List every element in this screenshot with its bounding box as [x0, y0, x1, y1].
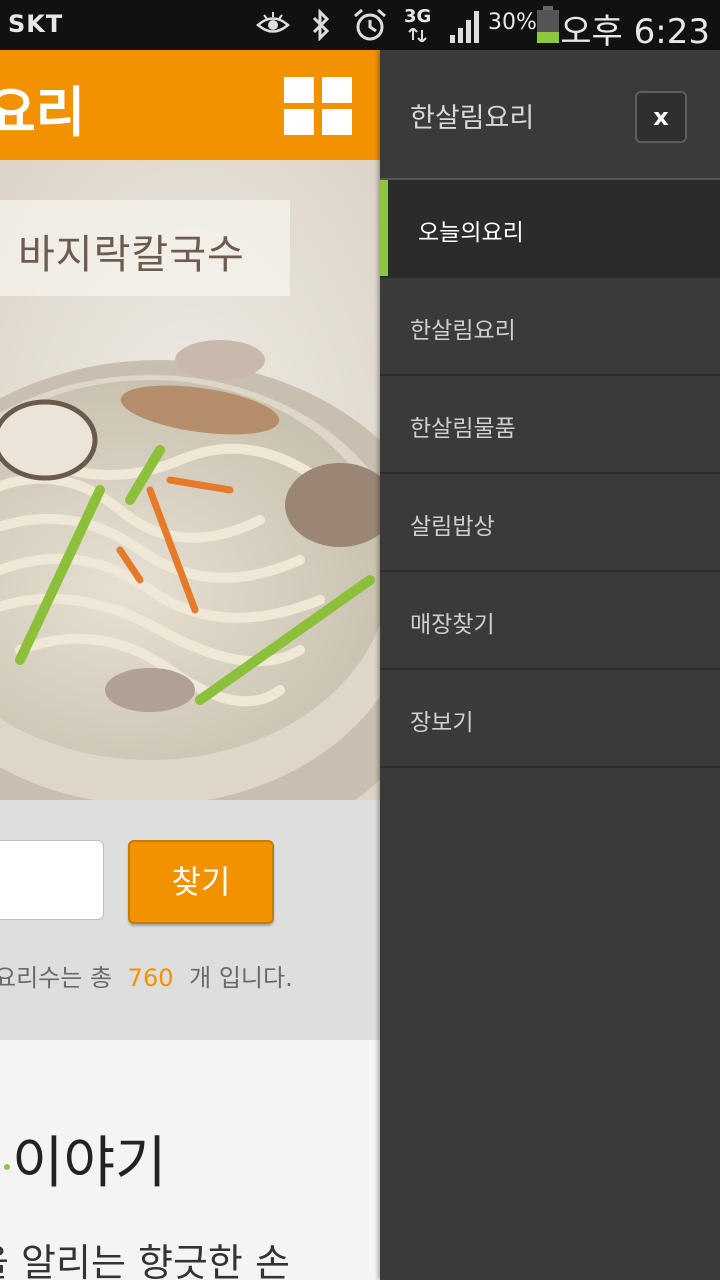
- signal-icon: [450, 11, 479, 43]
- count-suffix: 개 입니다.: [189, 964, 293, 992]
- hero-banner[interactable]: 바지락칼국수: [0, 160, 380, 800]
- menu-item-todays-recipe[interactable]: 오늘의요리: [380, 180, 720, 278]
- story-title: 이야기: [12, 1131, 167, 1196]
- bullet-dot-icon: [4, 1163, 10, 1170]
- menu-item-hansalim-products[interactable]: 한살림물품: [380, 376, 720, 474]
- search-area: 찾기 요리수는 총 760 개 입니다.: [0, 800, 380, 1040]
- close-button[interactable]: x: [635, 91, 687, 143]
- recipe-count: 요리수는 총 760 개 입니다.: [0, 958, 293, 993]
- story-section: 이야기 을 알리는 향긋한 손: [0, 1040, 380, 1280]
- menu-item-label: 한살림요리: [410, 318, 516, 344]
- count-value: 760: [127, 964, 174, 992]
- search-input[interactable]: [0, 840, 104, 920]
- grid-menu-icon[interactable]: [284, 77, 352, 135]
- main-page: 요리 바지락칼국수 찾기 요리수는 총 760 개 입니다. 이야기 을 알리는…: [0, 50, 380, 1280]
- app-header: 요리: [0, 50, 380, 160]
- menu-item-store-finder[interactable]: 매장찾기: [380, 572, 720, 670]
- menu-item-shopping[interactable]: 장보기: [380, 670, 720, 768]
- hero-title: 바지락칼국수: [18, 232, 245, 278]
- drawer-menu: 오늘의요리 한살림요리 한살림물품 살림밥상 매장찾기 장보기: [380, 180, 720, 768]
- battery-percent: 30%: [488, 10, 537, 35]
- menu-item-label: 살림밥상: [410, 514, 495, 540]
- menu-item-salim-table[interactable]: 살림밥상: [380, 474, 720, 572]
- story-title-row: 이야기: [4, 1118, 167, 1199]
- search-button[interactable]: 찾기: [128, 840, 274, 924]
- menu-item-label: 한살림물품: [410, 416, 516, 442]
- nav-drawer: 한살림요리 x 오늘의요리 한살림요리 한살림물품 살림밥상 매장찾기 장보기: [380, 50, 720, 1280]
- menu-item-label: 오늘의요리: [418, 220, 524, 246]
- status-bar: SKT 3G 30% 오후 6:23: [0, 0, 720, 52]
- story-subtitle: 을 알리는 향긋한 손: [0, 1241, 290, 1280]
- menu-item-label: 장보기: [410, 710, 474, 736]
- alarm-icon: [354, 8, 386, 41]
- hero-caption: 바지락칼국수: [0, 200, 290, 296]
- network-type-label: 3G: [404, 6, 432, 27]
- battery-icon: [537, 6, 559, 43]
- carrier-label: SKT: [8, 10, 64, 38]
- eye-icon: [256, 12, 290, 33]
- drawer-header: 한살림요리 x: [380, 50, 720, 180]
- menu-item-label: 매장찾기: [410, 612, 495, 638]
- drawer-title: 한살림요리: [410, 103, 535, 134]
- bluetooth-icon: [312, 9, 330, 41]
- app-logo[interactable]: 요리: [0, 68, 85, 147]
- status-clock: 오후 6:23: [560, 12, 710, 52]
- count-prefix: 요리수는 총: [0, 964, 113, 992]
- menu-item-hansalim-recipes[interactable]: 한살림요리: [380, 278, 720, 376]
- data-arrows-icon: [408, 28, 427, 42]
